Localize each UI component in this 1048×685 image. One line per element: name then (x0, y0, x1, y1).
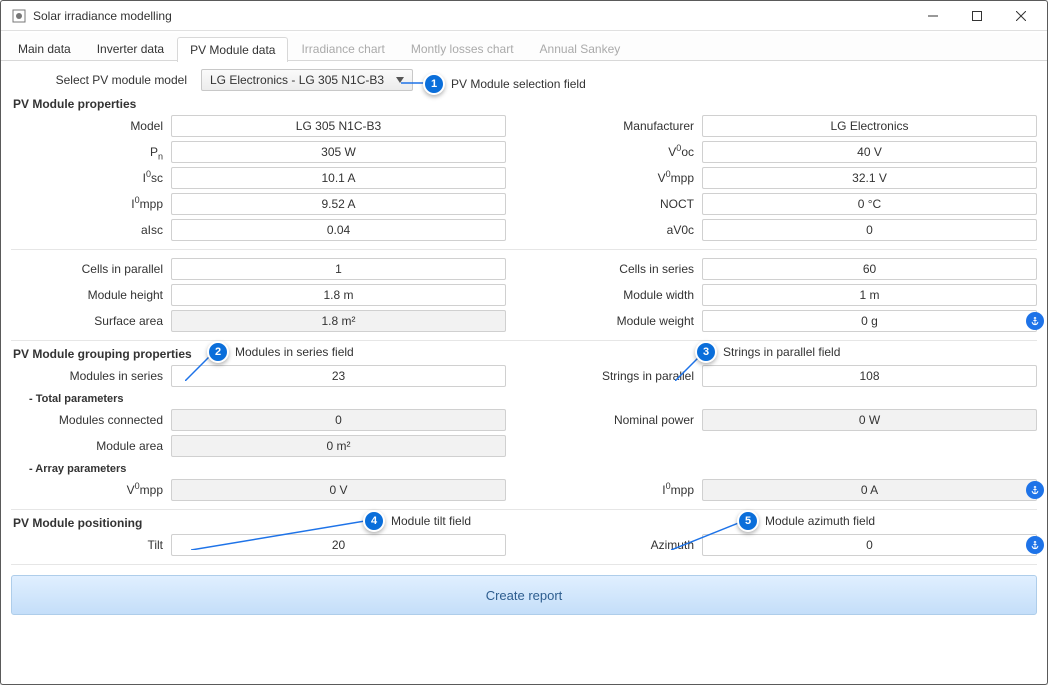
field-arr-vmpp: 0 V (171, 479, 506, 501)
field-av0c[interactable]: 0 (702, 219, 1037, 241)
label-arr-vmpp: V0mpp (11, 483, 171, 497)
label-modules-connected: Modules connected (11, 413, 171, 427)
field-tilt[interactable] (171, 534, 506, 556)
chevron-down-icon (392, 77, 408, 83)
subsection-array-title: - Array parameters (29, 463, 1037, 475)
label-module-area: Module area (11, 439, 171, 453)
field-model[interactable]: LG 305 N1C-B3 (171, 115, 506, 137)
field-pn[interactable]: 305 W (171, 141, 506, 163)
title-bar: Solar irradiance modelling (1, 1, 1047, 31)
app-window: Solar irradiance modelling Main data Inv… (0, 0, 1048, 685)
section-positioning-title: PV Module positioning (13, 516, 1037, 530)
field-voc[interactable]: 40 V (702, 141, 1037, 163)
field-modules-series[interactable] (171, 365, 506, 387)
label-pn: Pn (11, 145, 171, 159)
field-strings-parallel[interactable] (702, 365, 1037, 387)
field-nominal-power: 0 W (702, 409, 1037, 431)
pv-select-label: Select PV module model (11, 73, 191, 87)
label-noct: NOCT (542, 197, 702, 211)
label-nominal-power: Nominal power (542, 413, 702, 427)
label-strings-parallel: Strings in parallel (542, 369, 702, 383)
label-voc: V0oc (542, 145, 702, 159)
field-manufacturer[interactable]: LG Electronics (702, 115, 1037, 137)
label-azimuth: Azimuth (542, 538, 702, 552)
label-cells-series: Cells in series (542, 262, 702, 276)
tab-bar: Main data Inverter data PV Module data I… (1, 33, 1047, 61)
close-button[interactable] (999, 2, 1043, 30)
field-module-area: 0 m² (171, 435, 506, 457)
field-aisc[interactable]: 0.04 (171, 219, 506, 241)
field-vmpp[interactable]: 32.1 V (702, 167, 1037, 189)
label-cells-parallel: Cells in parallel (11, 262, 171, 276)
label-module-weight: Module weight (542, 314, 702, 328)
tab-annual-sankey[interactable]: Annual Sankey (527, 36, 634, 61)
label-tilt: Tilt (11, 538, 171, 552)
field-impp[interactable]: 9.52 A (171, 193, 506, 215)
tab-inverter-data[interactable]: Inverter data (84, 36, 177, 61)
window-title: Solar irradiance modelling (33, 9, 172, 23)
field-surface-area: 1.8 m² (171, 310, 506, 332)
label-modules-series: Modules in series (11, 369, 171, 383)
field-isc[interactable]: 10.1 A (171, 167, 506, 189)
field-cells-series[interactable]: 60 (702, 258, 1037, 280)
content-area: Select PV module model LG Electronics - … (1, 61, 1047, 684)
label-model: Model (11, 119, 171, 133)
label-aisc: aIsc (11, 223, 171, 237)
pv-module-select-value: LG Electronics - LG 305 N1C-B3 (210, 73, 392, 87)
label-vmpp: V0mpp (542, 171, 702, 185)
field-modules-connected: 0 (171, 409, 506, 431)
label-surface-area: Surface area (11, 314, 171, 328)
tab-pv-module-data[interactable]: PV Module data (177, 37, 288, 62)
label-manufacturer: Manufacturer (542, 119, 702, 133)
tab-monthly-losses-chart[interactable]: Montly losses chart (398, 36, 527, 61)
label-isc: I0sc (11, 171, 171, 185)
label-arr-impp: I0mpp (542, 483, 702, 497)
field-module-height[interactable]: 1.8 m (171, 284, 506, 306)
anchor-icon[interactable] (1026, 536, 1044, 554)
tab-irradiance-chart[interactable]: Irradiance chart (288, 36, 397, 61)
section-grouping-title: PV Module grouping properties (13, 347, 1037, 361)
tab-main-data[interactable]: Main data (5, 36, 84, 61)
field-azimuth[interactable] (702, 534, 1037, 556)
maximize-button[interactable] (955, 2, 999, 30)
label-av0c: aV0c (542, 223, 702, 237)
anchor-icon[interactable] (1026, 312, 1044, 330)
label-module-width: Module width (542, 288, 702, 302)
section-properties-title: PV Module properties (13, 97, 1037, 111)
label-module-height: Module height (11, 288, 171, 302)
anchor-icon[interactable] (1026, 481, 1044, 499)
subsection-total-title: - Total parameters (29, 393, 1037, 405)
pv-module-select[interactable]: LG Electronics - LG 305 N1C-B3 (201, 69, 413, 91)
field-noct[interactable]: 0 °C (702, 193, 1037, 215)
field-cells-parallel[interactable]: 1 (171, 258, 506, 280)
field-module-width[interactable]: 1 m (702, 284, 1037, 306)
field-module-weight[interactable]: 0 g (702, 310, 1037, 332)
create-report-button[interactable]: Create report (11, 575, 1037, 615)
label-impp: I0mpp (11, 197, 171, 211)
field-arr-impp: 0 A (702, 479, 1037, 501)
app-icon (11, 8, 27, 24)
minimize-button[interactable] (911, 2, 955, 30)
